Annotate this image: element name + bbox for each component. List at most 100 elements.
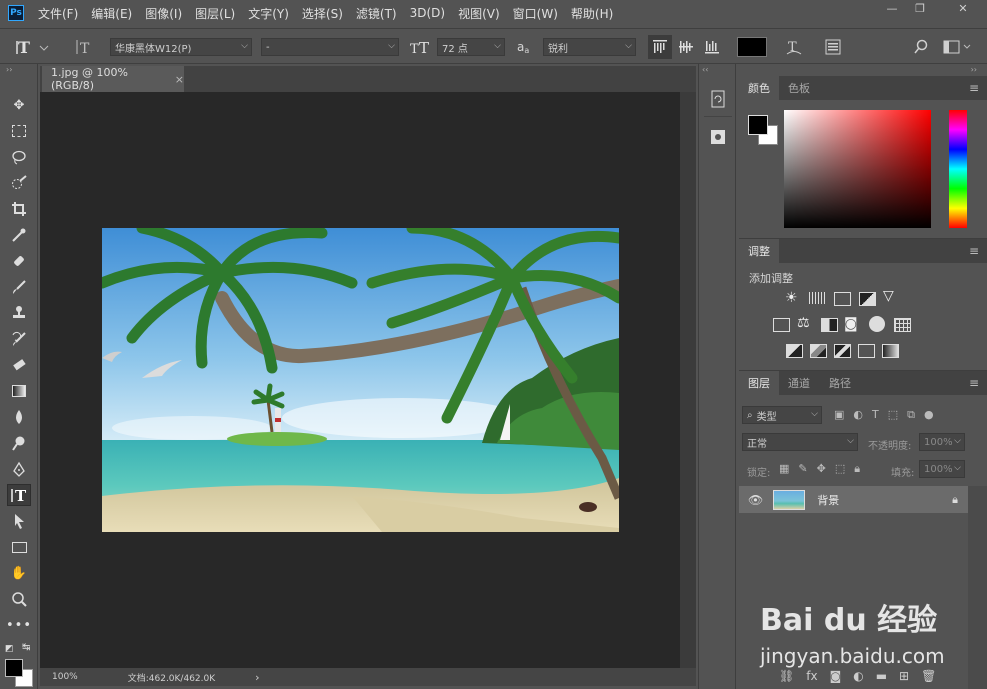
expand-panels-icon[interactable]: ‹‹ [702, 65, 708, 74]
align-top-button[interactable] [648, 35, 672, 59]
minimize-button[interactable]: — [879, 0, 905, 16]
hue-saturation-icon[interactable] [773, 318, 790, 332]
menu-type[interactable]: 文字(Y) [248, 5, 289, 22]
invert-icon[interactable] [786, 344, 803, 358]
menu-window[interactable]: 窗口(W) [513, 5, 558, 22]
panel-menu-icon[interactable]: ≡ [969, 376, 979, 390]
lock-artboard-icon[interactable]: ⬚ [835, 462, 845, 476]
collapse-icon[interactable]: ›› [971, 65, 977, 74]
color-balance-icon[interactable]: ⚖ [797, 315, 810, 331]
selective-color-icon[interactable] [858, 344, 875, 358]
tab-paths[interactable]: 路径 [820, 371, 860, 395]
align-center-button[interactable] [678, 37, 694, 57]
smart-object-filter-icon[interactable]: ⧉ [907, 408, 915, 422]
path-selection-tool-icon[interactable] [7, 510, 31, 532]
vertical-scrollbar[interactable] [680, 92, 696, 668]
menu-filter[interactable]: 滤镜(T) [356, 5, 397, 22]
default-colors-icon[interactable]: ◩ [5, 644, 14, 654]
opacity-input[interactable]: 100% ⌵ [919, 433, 965, 451]
properties-panel-icon[interactable] [709, 126, 727, 148]
collapse-icon[interactable]: ›› [6, 65, 12, 74]
link-layers-icon[interactable]: ⛓ [779, 669, 794, 683]
text-color-swatch[interactable] [737, 37, 767, 57]
more-tools-icon[interactable]: ••• [6, 614, 31, 636]
crop-tool-icon[interactable] [7, 198, 31, 220]
lasso-tool-icon[interactable] [7, 146, 31, 168]
layer-name[interactable]: 背景 [817, 492, 839, 508]
black-white-icon[interactable] [821, 318, 838, 332]
gradient-tool-icon[interactable] [7, 380, 31, 402]
tab-swatches[interactable]: 色板 [779, 76, 819, 100]
brush-tool-icon[interactable] [7, 276, 31, 298]
menu-select[interactable]: 选择(S) [302, 5, 343, 22]
posterize-icon[interactable] [810, 344, 827, 358]
close-tab-icon[interactable]: × [175, 73, 184, 86]
layer-row-background[interactable]: 👁︎ 背景 🔒︎ [739, 486, 968, 513]
menu-image[interactable]: 图像(I) [145, 5, 182, 22]
menu-help[interactable]: 帮助(H) [571, 5, 613, 22]
color-lookup-icon[interactable] [894, 318, 911, 332]
type-filter-icon[interactable]: T [872, 408, 879, 422]
exposure-icon[interactable] [859, 292, 876, 306]
pixel-filter-icon[interactable]: ▣ [834, 408, 844, 422]
new-adjustment-layer-icon[interactable]: ◐ [853, 669, 863, 683]
vibrance-icon[interactable]: ▽ [883, 288, 894, 304]
levels-icon[interactable] [809, 292, 827, 304]
vertical-type-tool-button[interactable]: T [7, 484, 31, 506]
font-style-select[interactable]: - ⌵ [261, 38, 399, 56]
shape-filter-icon[interactable]: ⬚ [888, 408, 898, 422]
dodge-tool-icon[interactable] [7, 432, 31, 454]
layer-filter-select[interactable]: ⌕ 类型 ⌵ [742, 406, 822, 424]
tab-adjustments[interactable]: 调整 [739, 239, 779, 263]
tab-layers[interactable]: 图层 [739, 371, 779, 395]
font-size-select[interactable]: 72 点 ⌵ [437, 38, 505, 56]
restore-button[interactable]: ❐ [907, 0, 933, 16]
foreground-color-chip[interactable] [748, 115, 768, 135]
search-button[interactable] [913, 37, 929, 57]
zoom-level[interactable]: 100% [52, 672, 78, 682]
menu-edit[interactable]: 编辑(E) [91, 5, 132, 22]
lock-transparency-icon[interactable]: ▦ [779, 462, 789, 476]
status-menu-arrow-icon[interactable]: › [255, 671, 259, 684]
panel-menu-icon[interactable]: ≡ [969, 81, 979, 95]
brightness-contrast-icon[interactable]: ☀ [785, 290, 798, 306]
new-group-icon[interactable]: ▬ [876, 669, 887, 683]
warp-text-button[interactable]: T [785, 37, 803, 57]
adjustment-filter-icon[interactable]: ◐ [853, 408, 863, 422]
layer-style-button[interactable]: fx [806, 669, 817, 683]
menu-file[interactable]: 文件(F) [38, 5, 78, 22]
curves-icon[interactable] [834, 292, 851, 306]
menu-layer[interactable]: 图层(L) [195, 5, 235, 22]
antialias-select[interactable]: 锐利 ⌵ [543, 38, 636, 56]
color-field[interactable] [784, 110, 931, 228]
close-window-button[interactable]: ✕ [943, 0, 983, 16]
tab-color[interactable]: 颜色 [739, 76, 779, 100]
hand-tool-icon[interactable]: ✋ [7, 562, 31, 584]
pen-tool-icon[interactable] [7, 458, 31, 480]
menu-3d[interactable]: 3D(D) [410, 6, 445, 20]
move-tool-icon[interactable]: ✥ [7, 94, 31, 116]
lock-pixels-icon[interactable]: ✎ [798, 462, 807, 476]
fill-input[interactable]: 100% ⌵ [919, 460, 965, 478]
quick-selection-tool-icon[interactable] [7, 172, 31, 194]
panel-menu-icon[interactable]: ≡ [969, 244, 979, 258]
layers-scrollbar[interactable] [968, 486, 987, 689]
new-layer-icon[interactable]: ⊞ [899, 669, 909, 683]
lock-position-icon[interactable]: ✥ [817, 462, 826, 476]
align-bottom-button[interactable] [704, 37, 720, 57]
menu-view[interactable]: 视图(V) [458, 5, 500, 22]
lock-all-icon[interactable]: 🔒︎ [854, 462, 860, 476]
character-panel-button[interactable] [824, 37, 842, 57]
delete-layer-icon[interactable]: 🗑︎ [921, 669, 936, 683]
healing-brush-tool-icon[interactable] [7, 250, 31, 272]
eyedropper-tool-icon[interactable] [7, 224, 31, 246]
eraser-tool-icon[interactable] [7, 354, 31, 376]
swap-colors-icon[interactable]: ↹ [22, 642, 30, 653]
clone-stamp-tool-icon[interactable] [7, 302, 31, 324]
visibility-eye-icon[interactable]: 👁︎ [748, 493, 763, 507]
gradient-map-icon[interactable] [882, 344, 899, 358]
channel-mixer-icon[interactable] [869, 316, 885, 332]
threshold-icon[interactable] [834, 344, 851, 358]
blur-tool-icon[interactable] [7, 406, 31, 428]
marquee-tool-icon[interactable] [7, 120, 31, 142]
